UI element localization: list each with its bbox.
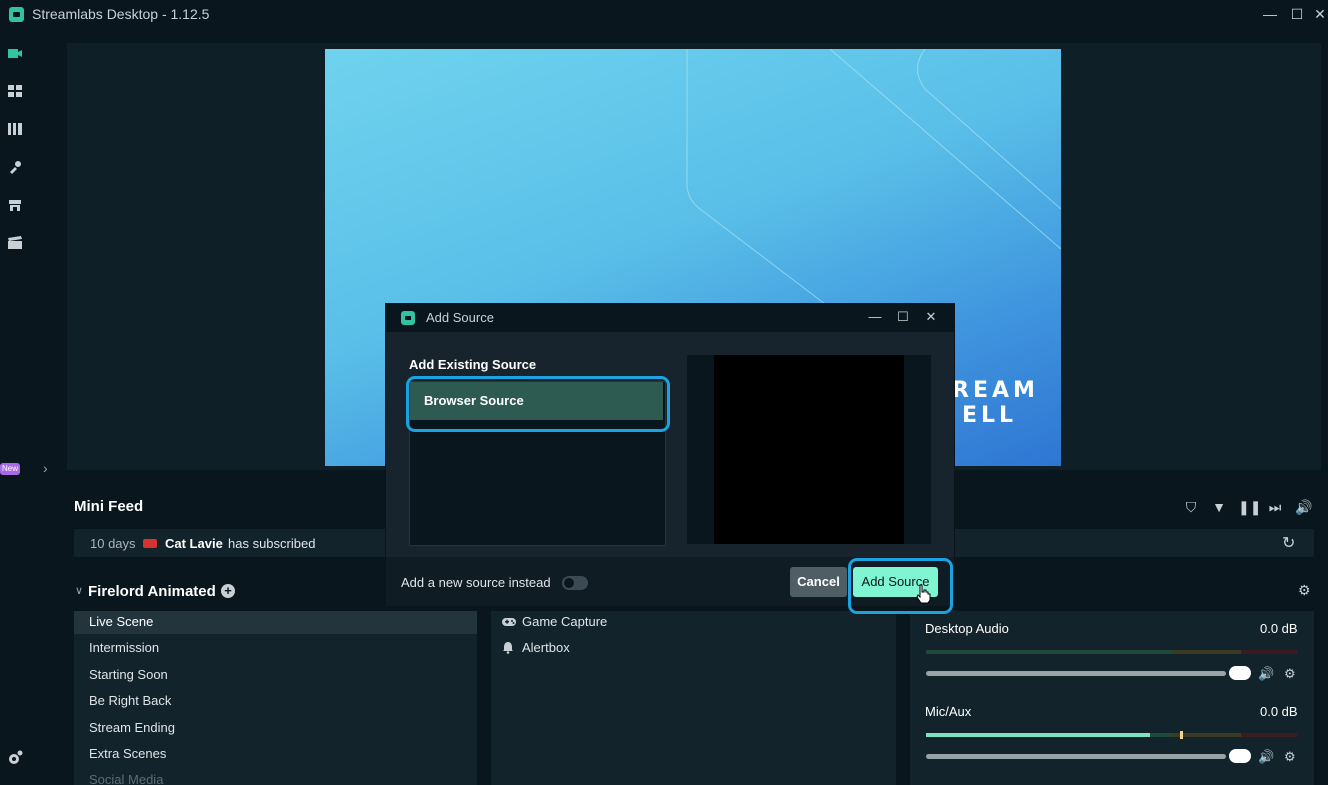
scene-label: Starting Soon (89, 667, 168, 682)
sources-panel (491, 611, 896, 785)
mixer-source-name: Desktop Audio (925, 621, 1009, 636)
minimize-button[interactable]: — (1256, 4, 1284, 24)
audio-settings-gear-icon[interactable]: ⚙ (1284, 749, 1296, 765)
feed-event-time: 10 days (90, 536, 136, 551)
mixer-source-db: 0.0 dB (1260, 704, 1298, 719)
collection-chevron-down-icon[interactable]: ∨ (75, 584, 83, 597)
scene-item[interactable]: Be Right Back (74, 690, 477, 713)
stream-brand-text: REAM ELL (952, 378, 1039, 428)
scene-label: Social Media (89, 772, 164, 785)
new-source-toggle-label: Add a new source instead (401, 575, 551, 590)
mixer-source-name: Mic/Aux (925, 704, 972, 719)
source-item-game-capture[interactable]: Game Capture (522, 614, 607, 629)
scene-item[interactable]: Social Media (74, 769, 477, 785)
volume-meter-mid (1172, 650, 1241, 654)
volume-meter-high (1241, 733, 1297, 737)
pause-icon[interactable]: ❚❚ (1238, 499, 1261, 517)
scene-label: Live Scene (89, 614, 154, 629)
source-preview-display (714, 355, 904, 544)
volume-meter-high (1241, 650, 1297, 654)
mixer-settings-gear-icon[interactable]: ⚙ (1298, 582, 1311, 599)
cancel-button[interactable]: Cancel (790, 567, 847, 597)
gamepad-icon (502, 618, 516, 626)
dialog-title: Add Source (426, 310, 494, 325)
new-source-toggle[interactable] (562, 576, 588, 590)
volume-meter-active (926, 733, 1150, 737)
mute-speaker-icon[interactable]: 🔊 (1258, 666, 1274, 682)
scene-label: Intermission (89, 640, 160, 655)
scene-label: Stream Ending (89, 720, 175, 735)
dialog-maximize-button[interactable]: ☐ (893, 307, 913, 327)
scene-item[interactable]: Stream Ending (74, 717, 477, 740)
scene-label: Be Right Back (89, 693, 172, 708)
dashboard-grid-icon[interactable] (7, 83, 23, 99)
layout-columns-icon[interactable] (7, 121, 23, 137)
themes-brush-icon[interactable] (7, 159, 23, 175)
dialog-close-button[interactable]: ✕ (921, 307, 941, 327)
editor-camera-icon[interactable] (7, 45, 23, 61)
scene-item[interactable]: Extra Scenes (74, 743, 477, 766)
mixer-source-db: 0.0 dB (1260, 621, 1298, 636)
new-badge: New (0, 463, 20, 475)
volume-slider-thumb[interactable] (1229, 749, 1251, 763)
scene-item[interactable]: Intermission (74, 637, 477, 660)
bell-icon (503, 642, 513, 654)
existing-source-heading: Add Existing Source (409, 357, 537, 372)
streamlabs-logo-icon (9, 7, 24, 22)
highlighter-clapper-icon[interactable] (7, 235, 23, 251)
volume-icon[interactable]: 🔊 (1295, 499, 1313, 517)
volume-peak-marker (1180, 731, 1183, 739)
dialog-minimize-button[interactable]: — (865, 307, 885, 327)
volume-slider-thumb[interactable] (1229, 666, 1251, 680)
volume-meter (1150, 733, 1172, 737)
scene-item[interactable]: Starting Soon (74, 664, 477, 687)
feed-event-action: has subscribed (228, 536, 316, 551)
feed-event-user: Cat Lavie (165, 536, 223, 551)
refresh-icon[interactable]: ↻ (1282, 533, 1295, 553)
audio-settings-gear-icon[interactable]: ⚙ (1284, 666, 1296, 682)
hand-cursor-icon (916, 584, 931, 604)
scene-item[interactable]: Live Scene (74, 611, 477, 634)
settings-gear-icon[interactable] (7, 750, 23, 766)
skip-icon[interactable]: ⏭ (1266, 499, 1284, 517)
shield-icon[interactable]: ⛉ (1182, 499, 1200, 517)
app-store-icon[interactable] (7, 197, 23, 213)
scene-label: Extra Scenes (89, 746, 167, 761)
volume-meter (926, 650, 1172, 654)
close-button[interactable]: ✕ (1306, 4, 1328, 24)
volume-slider[interactable] (926, 754, 1226, 759)
streamlabs-logo-icon (401, 311, 415, 325)
volume-slider[interactable] (926, 671, 1226, 676)
collapse-sidebar-chevron-icon[interactable]: › (43, 460, 48, 476)
highlight-ring (406, 376, 670, 432)
source-item-alertbox[interactable]: Alertbox (522, 640, 570, 655)
filter-icon[interactable]: ▼ (1210, 499, 1228, 517)
mute-speaker-icon[interactable]: 🔊 (1258, 749, 1274, 765)
mini-feed-title: Mini Feed (74, 498, 144, 515)
sidebar-nav (0, 30, 32, 785)
add-scene-button[interactable]: + (221, 584, 235, 598)
window-title: Streamlabs Desktop - 1.12.5 (32, 6, 210, 22)
scene-collection-title[interactable]: Firelord Animated (88, 583, 216, 600)
highlight-ring (848, 558, 953, 614)
youtube-icon (143, 539, 157, 548)
